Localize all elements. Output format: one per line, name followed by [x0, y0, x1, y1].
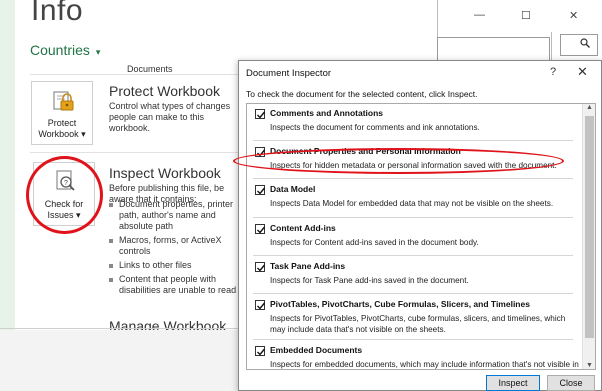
minimize-button[interactable]: —	[474, 9, 485, 21]
scroll-thumb[interactable]	[585, 116, 594, 338]
list-item: Content that people with disabilities ar…	[109, 274, 237, 296]
list-item[interactable]: PivotTables, PivotCharts, Cube Formulas,…	[247, 295, 582, 341]
document-search-icon: ?	[53, 169, 77, 193]
item-divider	[253, 140, 573, 141]
inspect-issues-list: Document properties, printer path, autho…	[109, 199, 237, 299]
checkbox-icon[interactable]	[255, 109, 266, 119]
restore-button[interactable]: ☐	[521, 9, 531, 22]
close-button[interactable]: Close	[547, 375, 595, 391]
dialog-title: Document Inspector	[246, 68, 332, 79]
list-item[interactable]: Document Properties and Personal Informa…	[247, 142, 582, 182]
dialog-close-button[interactable]: ✕	[577, 64, 588, 80]
list-item: Macros, forms, or ActiveX controls	[109, 235, 237, 257]
backstage-nav-strip	[0, 0, 15, 330]
item-description: Inspects the document for comments and i…	[270, 123, 480, 132]
inspection-options-list: Comments and Annotations Inspects the do…	[246, 103, 596, 370]
search-box[interactable]	[560, 34, 598, 56]
item-description: Inspects for hidden metadata or personal…	[270, 161, 557, 170]
search-icon	[580, 38, 590, 51]
list-item[interactable]: Comments and Annotations Inspects the do…	[247, 104, 582, 144]
scroll-down-icon[interactable]: ▼	[586, 362, 593, 369]
dialog-instructions: To check the document for the selected c…	[246, 89, 478, 99]
list-scrollbar[interactable]: ▲ ▼	[582, 104, 595, 369]
window-close-button[interactable]: ✕	[569, 9, 578, 22]
check-issues-label-2: Issues ▾	[47, 210, 81, 220]
protect-workbook-description: Control what types of changes people can…	[109, 101, 231, 133]
list-item[interactable]: Task Pane Add-ins Inspects for Task Pane…	[247, 257, 582, 297]
page-title: Info	[31, 0, 84, 27]
item-description: Inspects for Task Pane add-ins saved in …	[270, 276, 469, 285]
section-divider	[30, 74, 245, 75]
check-issues-label-1: Check for	[44, 199, 84, 209]
checkbox-icon[interactable]	[255, 185, 266, 195]
list-item[interactable]: Content Add-ins Inspects for Content add…	[247, 219, 582, 259]
item-title: Embedded Documents	[270, 345, 363, 355]
item-divider	[253, 255, 573, 256]
status-area	[0, 330, 240, 391]
file-name-label: Countries	[30, 42, 90, 58]
item-title: Data Model	[270, 184, 316, 194]
chevron-down-icon: ▾	[95, 47, 101, 57]
item-title: Content Add-ins	[270, 223, 336, 233]
protect-button-label-2: Workbook ▾	[38, 129, 86, 139]
svg-text:?: ?	[64, 180, 68, 187]
checkbox-icon[interactable]	[255, 147, 266, 157]
item-divider	[253, 293, 573, 294]
list-item: Links to other files	[109, 260, 237, 271]
inspect-workbook-title: Inspect Workbook	[109, 165, 221, 181]
lock-icon	[51, 88, 75, 112]
item-description: Inspects for PivotTables, PivotCharts, c…	[270, 314, 566, 334]
document-inspector-dialog: Document Inspector ? ✕ To check the docu…	[238, 60, 602, 391]
item-description: Inspects for Content add-ins saved in th…	[270, 238, 479, 247]
list-item[interactable]: Data Model Inspects Data Model for embed…	[247, 180, 582, 220]
checkbox-icon[interactable]	[255, 300, 266, 310]
inspect-button[interactable]: Inspect	[486, 375, 540, 391]
item-description: Inspects Data Model for embedded data th…	[270, 199, 554, 208]
item-divider	[253, 339, 573, 340]
check-for-issues-button[interactable]: ? Check for Issues ▾	[33, 162, 95, 226]
status-divider	[0, 328, 240, 329]
file-location: Documents	[127, 64, 173, 74]
item-divider	[253, 178, 573, 179]
protect-workbook-title: Protect Workbook	[109, 83, 221, 99]
help-button[interactable]: ?	[550, 66, 556, 78]
item-title: PivotTables, PivotCharts, Cube Formulas,…	[270, 299, 530, 309]
item-title: Document Properties and Personal Informa…	[270, 146, 461, 156]
protect-button-label-1: Protect	[47, 118, 77, 128]
item-title: Task Pane Add-ins	[270, 261, 346, 271]
item-divider	[253, 217, 573, 218]
file-name[interactable]: Countries ▾	[30, 42, 100, 58]
checkbox-icon[interactable]	[255, 224, 266, 234]
protect-workbook-button[interactable]: Protect Workbook ▾	[31, 81, 93, 145]
scroll-up-icon[interactable]: ▲	[586, 104, 593, 111]
checkbox-icon[interactable]	[255, 346, 266, 356]
item-description: Inspects for embedded documents, which m…	[270, 360, 579, 369]
checkbox-icon[interactable]	[255, 262, 266, 272]
list-item[interactable]: Embedded Documents Inspects for embedded…	[247, 341, 582, 369]
item-title: Comments and Annotations	[270, 108, 384, 118]
list-item: Document properties, printer path, autho…	[109, 199, 237, 232]
section-divider	[30, 152, 245, 153]
